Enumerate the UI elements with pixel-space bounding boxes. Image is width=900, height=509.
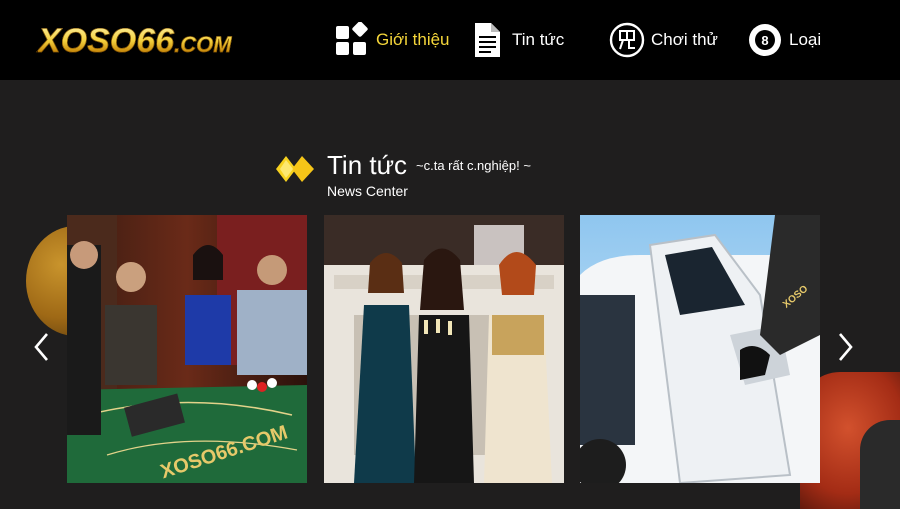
logo-text: XOSO66 xyxy=(38,22,175,61)
news-card-casino[interactable]: XOSO66.COM xyxy=(67,215,307,483)
nav-item-choi-thu[interactable]: Chơi thử xyxy=(609,20,718,60)
casino-table-photo: XOSO66.COM xyxy=(67,215,307,483)
nav-item-gioi-thieu[interactable]: Giới thiệu xyxy=(334,20,450,60)
party-women-photo xyxy=(324,215,564,483)
svg-text:8: 8 xyxy=(761,33,768,48)
chevron-right-icon xyxy=(839,333,853,361)
background-car-wheel-decoration xyxy=(860,420,900,509)
diamond-logo-icon xyxy=(276,156,314,182)
nav-label-gioi-thieu: Giới thiệu xyxy=(376,30,450,49)
page: XOSO66.COM Giới thiệu Tin tức Chơi thử 8… xyxy=(0,0,900,509)
nav-item-tin-tuc[interactable]: Tin tức xyxy=(470,20,564,60)
limousine-photo: XOSO xyxy=(580,215,820,483)
carousel-next-button[interactable] xyxy=(835,330,855,364)
document-icon xyxy=(475,23,500,57)
free-badge-icon xyxy=(609,22,645,58)
section-subtitle: News Center xyxy=(327,183,408,199)
carousel-prev-button[interactable] xyxy=(32,330,52,364)
news-card-party[interactable] xyxy=(324,215,564,483)
logo-suffix: .COM xyxy=(174,32,232,58)
nav-label-tin-tuc: Tin tức xyxy=(512,30,565,49)
nav-label-choi-thu: Chơi thử xyxy=(651,30,718,49)
header: XOSO66.COM Giới thiệu Tin tức Chơi thử 8… xyxy=(0,0,900,80)
nav-item-loai[interactable]: 8 Loại xyxy=(747,20,821,60)
section-slogan: ~c.ta rất c.nghiệp! ~ xyxy=(416,158,531,173)
site-logo[interactable]: XOSO66.COM xyxy=(38,22,232,64)
section-title: Tin tức xyxy=(327,150,408,180)
billiard-ball-icon: 8 xyxy=(749,24,781,56)
news-card-limousine[interactable]: XOSO xyxy=(580,215,820,483)
nav-label-loai: Loại xyxy=(789,30,822,49)
grid-icon xyxy=(336,22,368,55)
chevron-left-icon xyxy=(34,333,48,361)
